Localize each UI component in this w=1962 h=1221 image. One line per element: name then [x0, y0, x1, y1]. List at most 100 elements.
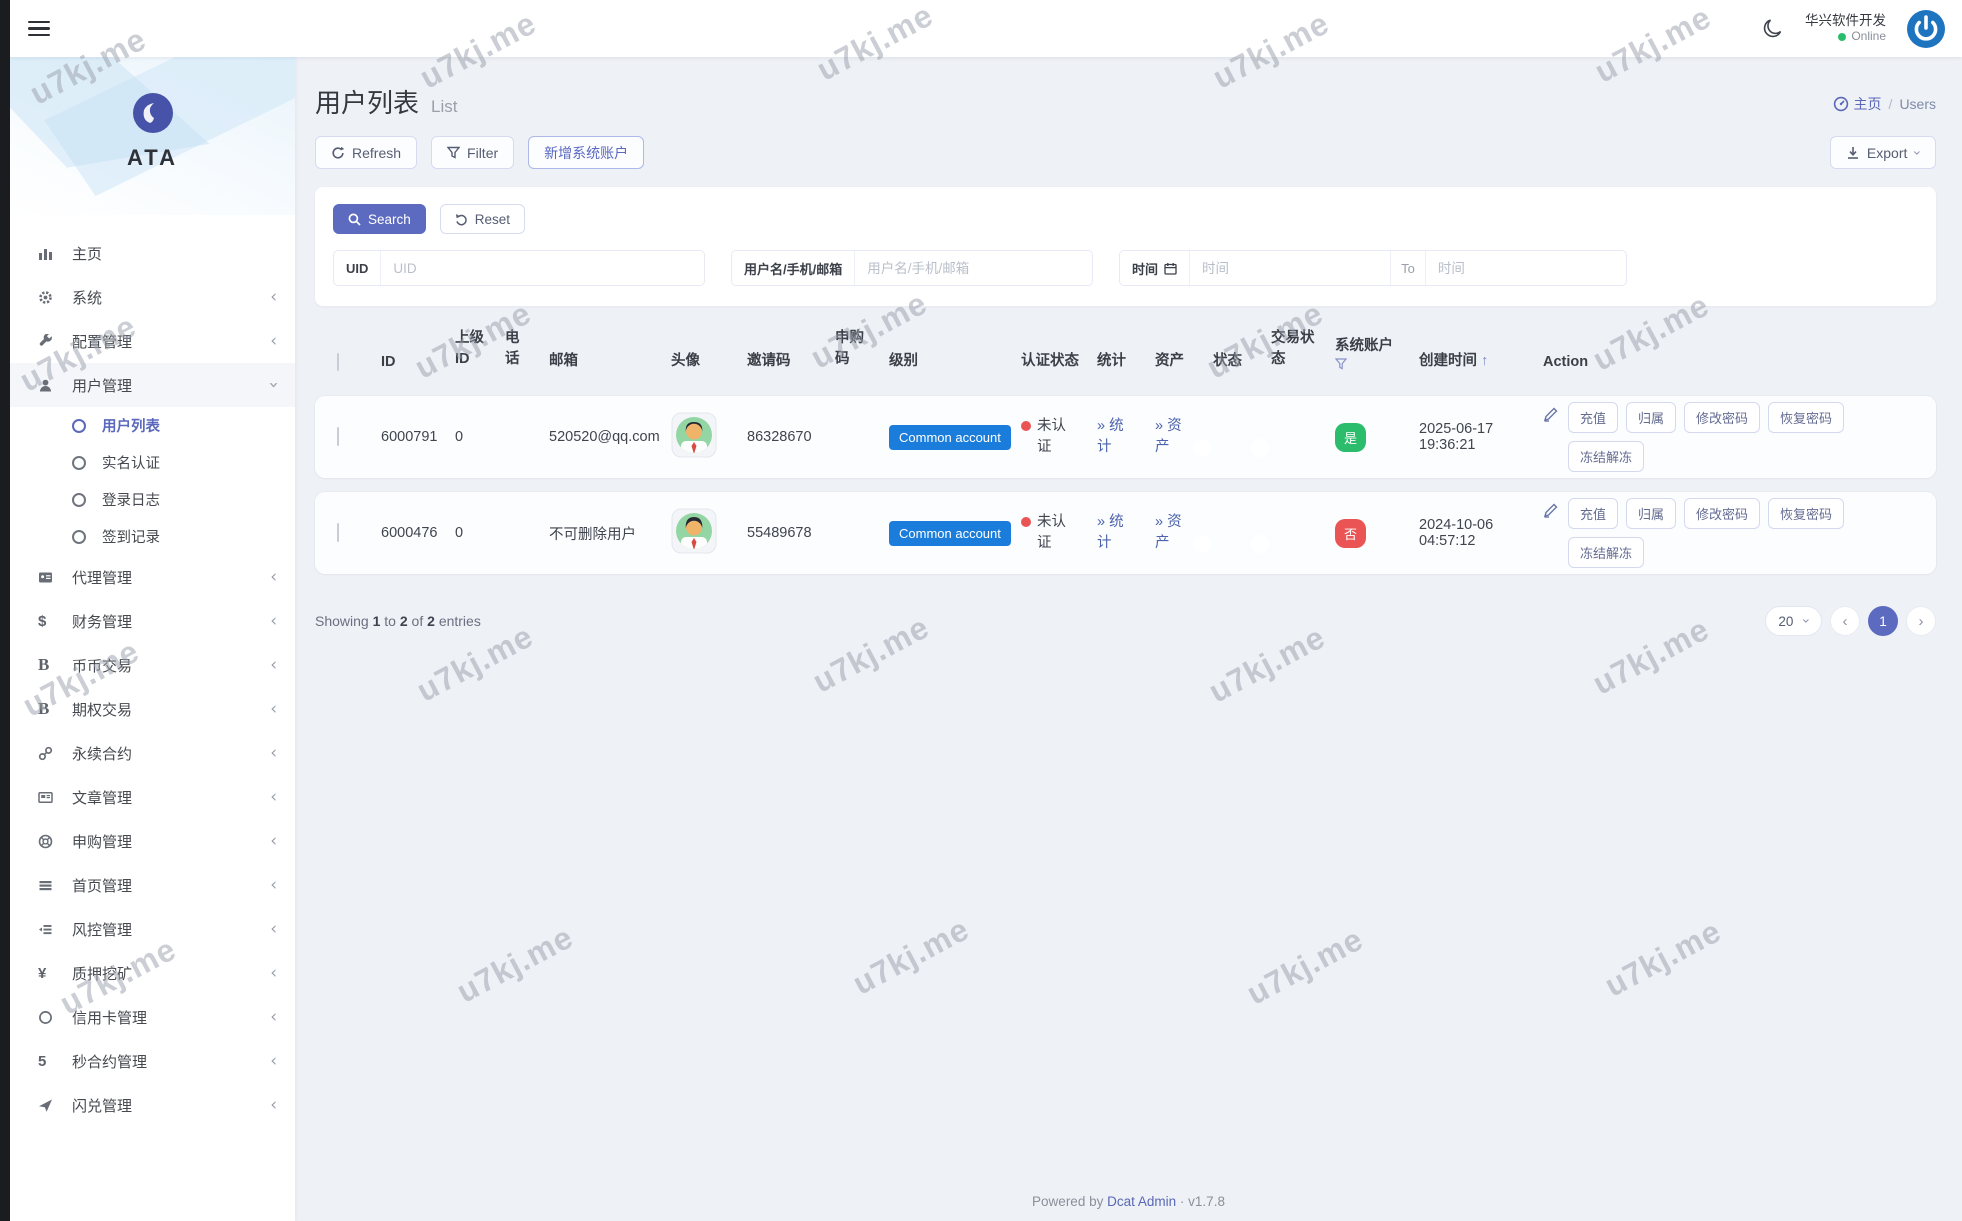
col-header-status: 状态: [1213, 349, 1271, 370]
change-password-button[interactable]: 修改密码: [1684, 402, 1760, 433]
dcat-admin-link[interactable]: Dcat Admin: [1107, 1194, 1176, 1209]
chevron-down-icon: ‹: [1798, 618, 1814, 624]
uid-input[interactable]: [381, 261, 704, 276]
sidebar-item-options-trade[interactable]: B 期权交易 ‹: [10, 687, 295, 731]
sidebar-item-user-management[interactable]: 用户管理 ‹: [10, 363, 295, 407]
chevron-left-icon: ‹: [270, 655, 277, 675]
chevron-down-icon: ‹: [264, 382, 284, 389]
sidebar-item-articles[interactable]: 文章管理 ‹: [10, 775, 295, 819]
sidebar-subitem-real-name-auth[interactable]: 实名认证: [10, 444, 295, 481]
radio-circle-icon: [72, 419, 86, 433]
prev-page-button[interactable]: ‹: [1830, 606, 1860, 636]
powered-by-label: Powered by: [1032, 1194, 1103, 1209]
col-header-avatar: 头像: [671, 349, 747, 370]
sidebar-item-label: 申购管理: [72, 831, 270, 852]
sidebar-subitem-checkin-log[interactable]: 签到记录: [10, 518, 295, 555]
chevron-left-icon: ‹: [270, 1095, 277, 1115]
freeze-unfreeze-button[interactable]: 冻结解冻: [1568, 537, 1644, 568]
cell-created-at: 2024-10-06 04:57:12: [1419, 517, 1543, 549]
next-page-button[interactable]: ›: [1906, 606, 1936, 636]
breadcrumb-home-link[interactable]: 主页: [1833, 94, 1882, 114]
sidebar-item-label: 用户管理: [72, 375, 270, 396]
col-header-phone: 电话: [505, 328, 549, 370]
attribution-button[interactable]: 归属: [1626, 498, 1676, 529]
sidebar-item-home[interactable]: 主页: [10, 231, 295, 275]
row-checkbox[interactable]: [337, 427, 339, 446]
add-system-account-button[interactable]: 新增系统账户: [528, 136, 644, 169]
sidebar-item-seconds-contract[interactable]: 5 秒合约管理 ‹: [10, 1039, 295, 1083]
chevron-left-icon: ‹: [270, 919, 277, 939]
edit-pencil-icon[interactable]: [1543, 406, 1559, 422]
username-input[interactable]: [855, 261, 1092, 276]
assets-link[interactable]: » 资产: [1155, 512, 1191, 554]
sidebar-item-perpetual[interactable]: 永续合约 ‹: [10, 731, 295, 775]
sidebar-item-flash-swap[interactable]: 闪兑管理 ‹: [10, 1083, 295, 1127]
col-header-id: ID: [381, 354, 455, 370]
sidebar-item-finance[interactable]: $ 财务管理 ‹: [10, 599, 295, 643]
user-block[interactable]: 华兴软件开发 Online: [1805, 12, 1886, 45]
cell-id: 6000791: [381, 429, 455, 445]
sidebar-item-label: 币币交易: [72, 655, 270, 676]
cell-auth-status: 未认证: [1021, 512, 1097, 554]
app-logo: [131, 91, 175, 135]
sidebar-item-config[interactable]: 配置管理 ‹: [10, 319, 295, 363]
cell-stats: » 统计: [1097, 512, 1155, 554]
select-all-checkbox[interactable]: [337, 353, 339, 371]
sidebar-item-label: 期权交易: [72, 699, 270, 720]
chevron-left-icon: ‹: [270, 567, 277, 587]
row-checkbox[interactable]: [337, 523, 339, 542]
sidebar-item-label: 系统: [72, 287, 270, 308]
column-filter-funnel-icon[interactable]: [1335, 358, 1347, 370]
status-dot-icon: [1021, 517, 1031, 527]
reset-button[interactable]: Reset: [440, 204, 525, 234]
circle-icon: [38, 1010, 72, 1025]
cell-level: Common account: [889, 521, 1021, 546]
recharge-button[interactable]: 充值: [1568, 498, 1618, 529]
col-header-created-at[interactable]: 创建时间↑: [1419, 349, 1543, 370]
stats-link[interactable]: » 统计: [1097, 512, 1133, 554]
sidebar-subitem-login-log[interactable]: 登录日志: [10, 481, 295, 518]
edit-pencil-icon[interactable]: [1543, 502, 1559, 518]
attribution-button[interactable]: 归属: [1626, 402, 1676, 433]
recover-password-button[interactable]: 恢复密码: [1768, 498, 1844, 529]
dark-mode-moon-icon[interactable]: [1761, 17, 1785, 41]
sidebar-item-subscription[interactable]: 申购管理 ‹: [10, 819, 295, 863]
user-icon: [38, 378, 72, 393]
export-button[interactable]: Export ‹: [1830, 136, 1936, 169]
hamburger-menu-icon[interactable]: [28, 17, 50, 41]
recharge-button[interactable]: 充值: [1568, 402, 1618, 433]
version-label: v1.7.8: [1188, 1194, 1225, 1209]
search-button[interactable]: Search: [333, 204, 426, 234]
sidebar-item-staking-mining[interactable]: ¥ 质押挖矿 ‹: [10, 951, 295, 995]
time-end-input[interactable]: [1426, 261, 1626, 276]
assets-link[interactable]: » 资产: [1155, 416, 1191, 458]
sidebar: ATA 主页 系统 ‹ 配置管理 ‹ 用户管理 ‹: [10, 57, 295, 1221]
screen: 华兴软件开发 Online ATA 主页: [0, 0, 1962, 1221]
freeze-unfreeze-button[interactable]: 冻结解冻: [1568, 441, 1644, 472]
user-avatar[interactable]: [671, 508, 717, 554]
user-avatar[interactable]: [1906, 9, 1946, 49]
change-password-button[interactable]: 修改密码: [1684, 498, 1760, 529]
refresh-button[interactable]: Refresh: [315, 136, 417, 169]
online-dot-icon: [1838, 33, 1846, 41]
sidebar-item-label: 闪兑管理: [72, 1095, 270, 1116]
sidebar-item-homepage[interactable]: 首页管理 ‹: [10, 863, 295, 907]
sidebar-item-credit-card[interactable]: 信用卡管理 ‹: [10, 995, 295, 1039]
stats-link[interactable]: » 统计: [1097, 416, 1133, 458]
user-avatar[interactable]: [671, 412, 717, 458]
sidebar-item-agent[interactable]: 代理管理 ‹: [10, 555, 295, 599]
sidebar-subitem-user-list[interactable]: 用户列表: [10, 407, 295, 444]
sidebar-item-risk-control[interactable]: 风控管理 ‹: [10, 907, 295, 951]
sidebar-subitem-label: 用户列表: [102, 415, 160, 436]
per-page-select[interactable]: 20 ‹: [1765, 606, 1822, 636]
sidebar-item-spot-trade[interactable]: B 币币交易 ‹: [10, 643, 295, 687]
page-1-button[interactable]: 1: [1868, 606, 1898, 636]
sidebar-item-system[interactable]: 系统 ‹: [10, 275, 295, 319]
id-card-icon: [38, 570, 72, 585]
time-start-input[interactable]: [1190, 261, 1390, 276]
footer: Powered by Dcat Admin · v1.7.8: [295, 1194, 1962, 1209]
cell-system-account: 否: [1335, 519, 1419, 548]
recover-password-button[interactable]: 恢复密码: [1768, 402, 1844, 433]
sidebar-subitem-label: 登录日志: [102, 489, 160, 510]
filter-button[interactable]: Filter: [431, 136, 514, 169]
